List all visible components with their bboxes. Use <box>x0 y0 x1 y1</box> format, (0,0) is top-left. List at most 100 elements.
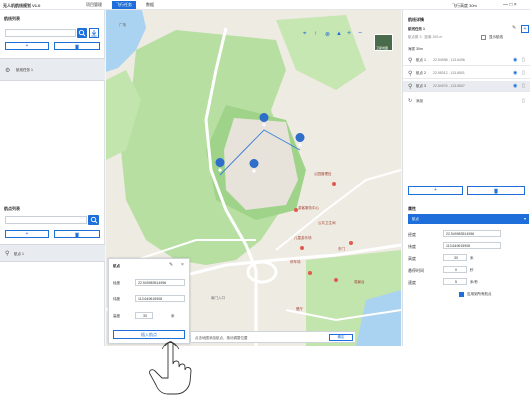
search-button[interactable] <box>77 28 87 38</box>
prop-value-lat[interactable]: 113.649615908 <box>443 242 501 249</box>
download-icon <box>91 30 97 37</box>
prop-value-alt[interactable]: 30 <box>443 254 467 261</box>
eye-icon[interactable]: ◉ <box>513 83 517 89</box>
locate-icon[interactable]: ⌖ <box>303 31 306 38</box>
waypoint-coords: 22.55012 , 113.6501 <box>433 71 465 75</box>
close-icon[interactable]: × <box>181 262 184 268</box>
point-item-label: 航点 1 <box>14 252 24 256</box>
apply-all-checkbox[interactable] <box>459 292 464 297</box>
trash-icon <box>75 232 79 238</box>
waypoint-coords: 22.54976 , 113.6507 <box>433 84 465 88</box>
window-controls[interactable]: — □ × <box>503 2 517 8</box>
bottom-tip-bar: 点击地图添加航点，拖动调整位置 确定 <box>190 331 356 343</box>
waypoint-coords: 22.54998 , 113.6496 <box>433 58 465 62</box>
popup-lat-label: 纬度 <box>113 297 120 301</box>
tip-text: 点击地图添加航点，拖动调整位置 <box>195 336 248 340</box>
tip-confirm-button[interactable]: 确定 <box>329 334 353 341</box>
waypoint-row-2[interactable]: ⚲ 航点 2 22.55012 , 113.6501 ◉ ▯ <box>403 68 530 79</box>
trash-icon[interactable]: ▯ <box>522 57 525 63</box>
add-action-label[interactable]: 添加 <box>416 99 423 104</box>
route-item-label: 航线任务 1 <box>16 68 33 72</box>
popup-alt-field[interactable]: 30 <box>135 312 153 319</box>
app-window: 无人机航线规划 V1.0 项目管理 飞行任务 数据 飞行高度 30m — □ ×… <box>0 0 530 346</box>
add-waypoint-button[interactable]: + <box>408 186 463 195</box>
point-search-button[interactable] <box>88 215 99 225</box>
zoom-out-icon[interactable]: − <box>358 30 362 37</box>
show-route-checkbox[interactable] <box>481 35 486 40</box>
map-label-top: 广场 <box>119 23 126 27</box>
triangle-icon[interactable]: ▲ <box>336 31 342 37</box>
waypoint-name: 航点 3 <box>416 84 426 88</box>
popup-alt-label: 高度 <box>113 314 120 318</box>
map-label-6: 停车场 <box>290 260 301 264</box>
trash-icon[interactable]: ▯ <box>522 70 525 76</box>
route-icon: ⚙ <box>5 68 11 74</box>
edit-icon[interactable]: ✎ <box>512 25 516 31</box>
route-list-title: 航线列表 <box>4 16 20 21</box>
tab-data[interactable]: 数据 <box>142 1 158 9</box>
search-icon <box>90 216 97 224</box>
zoom-in-icon[interactable]: + <box>347 30 351 37</box>
chevron-down-icon[interactable]: ▾ <box>521 214 529 224</box>
tab-mission[interactable]: 飞行任务 <box>112 1 136 9</box>
altitude-label: 海拔 30m <box>408 47 423 51</box>
waypoint-row-1[interactable]: ⚲ 航点 1 22.54998 , 113.6496 ◉ ▯ <box>403 55 530 66</box>
title-bar: 无人机航线规划 V1.0 项目管理 飞行任务 数据 飞行高度 30m — □ × <box>0 0 530 10</box>
popup-alt-unit: 米 <box>171 314 175 318</box>
hand-pointer-icon <box>149 341 192 395</box>
insert-waypoint-button[interactable]: 插入航点 <box>113 330 185 339</box>
pin-icon: ⚲ <box>408 71 413 77</box>
type-select[interactable]: 航点 <box>408 214 521 224</box>
route-detail-title: 航线详情 <box>408 17 424 22</box>
prop-key-lat: 纬度 <box>408 244 416 249</box>
waypoint-name: 航点 1 <box>416 58 426 62</box>
point-search-input[interactable] <box>5 216 87 224</box>
popup-lat-field[interactable]: 113.649615908 <box>135 295 185 302</box>
point-list-item[interactable]: ⚲ 航点 1 <box>0 244 105 262</box>
north-icon[interactable]: ↑ <box>314 31 317 37</box>
waypoint-name: 航点 2 <box>416 71 426 75</box>
basemap-switch[interactable]: 卫星地图 <box>374 34 393 51</box>
edit-icon[interactable]: ✎ <box>169 262 173 268</box>
prop-key-lng: 经度 <box>408 232 416 237</box>
map-label-8: 餐厅 <box>296 307 303 311</box>
popup-lng-label: 经度 <box>113 281 120 285</box>
trash-icon[interactable]: ▯ <box>522 98 525 104</box>
eye-icon[interactable]: ◉ <box>513 70 517 76</box>
prop-unit-hover: 秒 <box>470 268 474 272</box>
popup-title: 航点 <box>113 264 120 268</box>
delete-route-button[interactable] <box>54 42 100 50</box>
right-panel: 航线详情 航线任务 1 ✎ + 航点数 3 · 距离 263 m 显示航线 海拔… <box>402 10 530 346</box>
trash-icon[interactable]: ▯ <box>522 83 525 89</box>
trash-icon <box>494 188 498 194</box>
prop-key-alt: 高度 <box>408 256 416 261</box>
route-search-input[interactable] <box>5 29 76 37</box>
download-button[interactable] <box>89 28 99 38</box>
prop-value-speed[interactable]: 5 <box>443 278 467 285</box>
popup-lng-field[interactable]: 22.549983514956 <box>135 279 185 286</box>
map-label-2: 游客服务中心 <box>298 206 319 210</box>
trash-icon <box>75 44 79 50</box>
ruler-icon[interactable]: ⊗ <box>325 31 330 38</box>
add-icon[interactable]: + <box>521 25 529 33</box>
delete-waypoint-button[interactable] <box>467 186 525 195</box>
prop-key-speed: 速度 <box>408 280 416 285</box>
route-list-item[interactable]: ⚙ 航线任务 1 <box>0 58 105 81</box>
add-point-button[interactable]: + <box>5 230 49 238</box>
eye-icon[interactable]: ◉ <box>513 57 517 63</box>
prop-value-hover[interactable]: 0 <box>443 266 467 273</box>
prop-unit-speed: 米/秒 <box>470 280 478 284</box>
map-label-4: 儿童游乐场 <box>294 236 312 240</box>
apply-all-label: 应用到所有航点 <box>467 292 492 296</box>
pin-icon: ⚲ <box>408 58 413 64</box>
search-icon <box>78 29 86 37</box>
tab-project[interactable]: 项目管理 <box>82 1 106 9</box>
prop-value-lng[interactable]: 22.549983514956 <box>443 230 501 237</box>
delete-point-button[interactable] <box>54 230 100 238</box>
add-route-button[interactable]: + <box>5 42 49 50</box>
waypoint-row-3[interactable]: ⚲ 航点 3 22.54976 , 113.6507 ◉ ▯ <box>403 81 530 92</box>
basemap-label: 卫星地图 <box>376 46 389 50</box>
show-route-label: 显示航线 <box>489 35 503 39</box>
left-panel: 航线列表 + ⚙ 航线任务 1 航点列表 + ⚲ 航点 1 <box>0 10 105 346</box>
point-list-title: 航点列表 <box>4 206 20 211</box>
